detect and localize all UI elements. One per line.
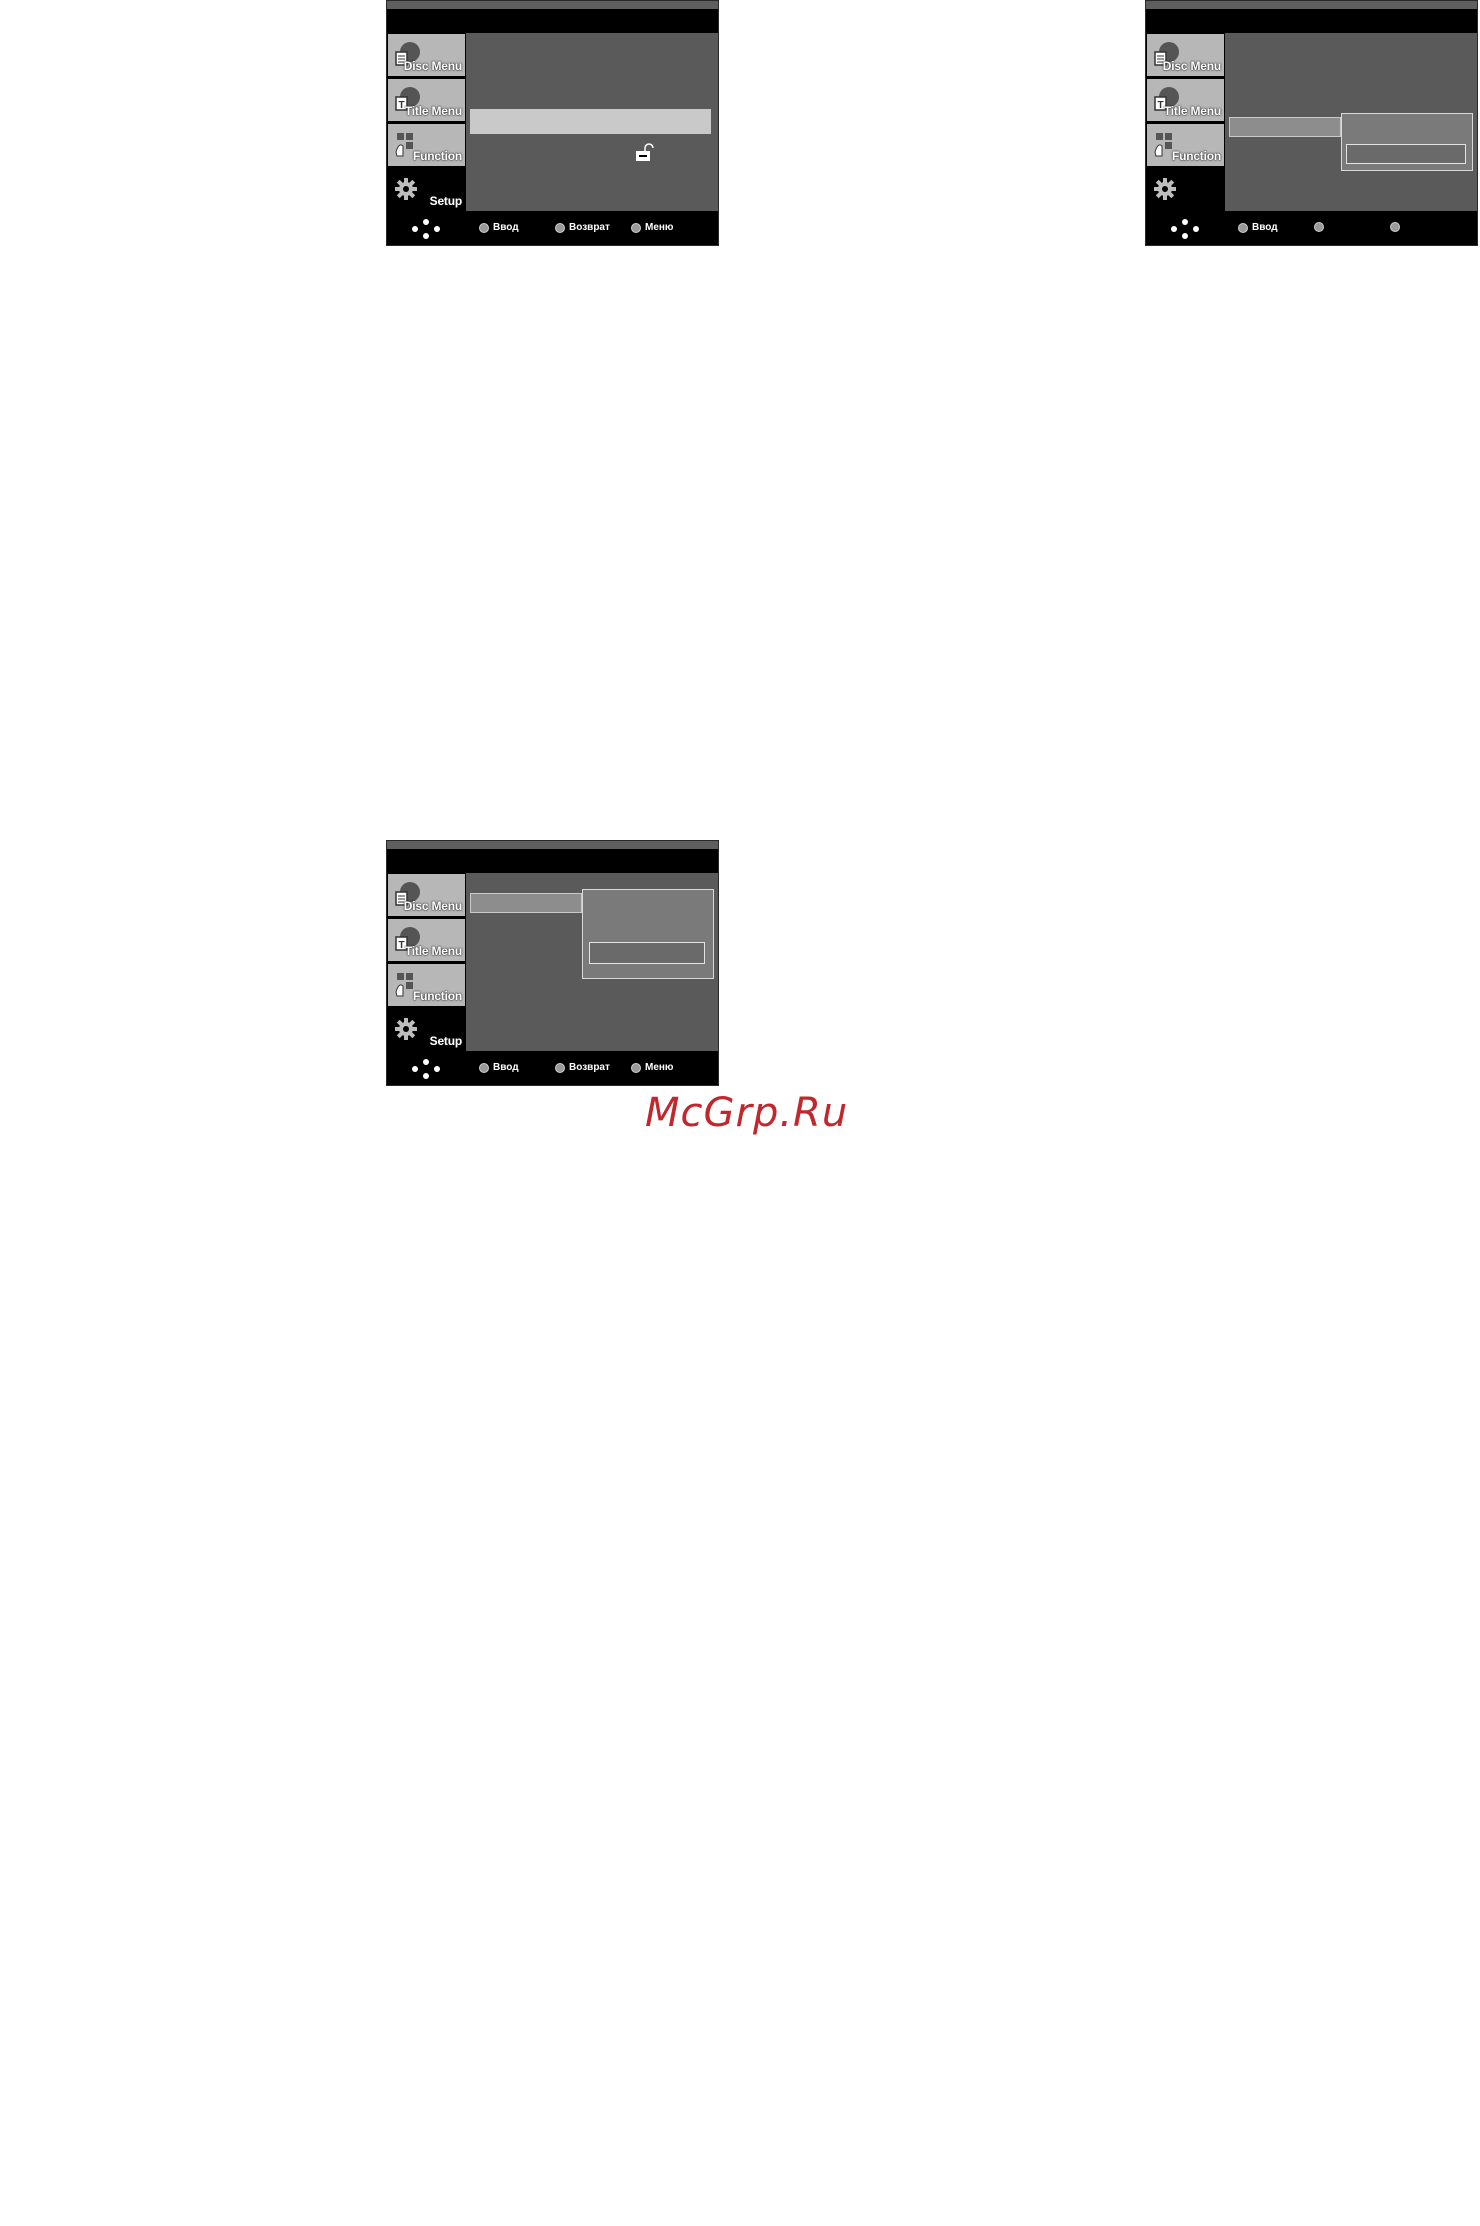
- return-button-icon: [1314, 222, 1324, 232]
- sidebar-item-label: Title Menu: [404, 104, 462, 118]
- selected-option-bar[interactable]: [1229, 117, 1341, 137]
- selected-option-bar[interactable]: [470, 109, 711, 134]
- sidebar: Disc Menu T Title Menu Function: [1146, 33, 1225, 213]
- return-label: Возврат: [569, 1062, 610, 1073]
- gear-icon: [395, 1018, 417, 1040]
- menu-button-icon: [631, 1062, 641, 1073]
- sidebar-item-label: Setup: [429, 1034, 463, 1048]
- enter-button-icon: [479, 1062, 489, 1073]
- sidebar-item-disc-menu[interactable]: Disc Menu: [388, 874, 465, 916]
- selected-option-bar[interactable]: [470, 893, 582, 913]
- sidebar-item-title-menu[interactable]: T Title Menu: [1147, 79, 1224, 121]
- sidebar-item-label: Disc Menu: [403, 59, 462, 73]
- svg-text:T: T: [399, 940, 405, 951]
- top-strip: [387, 841, 718, 849]
- popup-input-field[interactable]: [589, 942, 705, 964]
- sidebar-item-disc-menu[interactable]: Disc Menu: [388, 34, 465, 76]
- content-area: [1225, 33, 1477, 213]
- sidebar-item-function[interactable]: Function: [388, 964, 465, 1006]
- sidebar-item-label: Disc Menu: [403, 899, 462, 913]
- sidebar-item-label: Title Menu: [1163, 104, 1221, 118]
- menu-label: Меню: [645, 1062, 674, 1073]
- sidebar-item-title-menu[interactable]: T Title Menu: [388, 919, 465, 961]
- setup-screen-2: Disc Menu T Title Menu Function Ввод: [1145, 0, 1478, 246]
- return-label: Возврат: [569, 222, 610, 233]
- top-strip: [387, 1, 718, 9]
- enter-hint: Ввод: [1238, 222, 1278, 233]
- top-strip: [1146, 1, 1477, 9]
- enter-hint: Ввод: [479, 1062, 519, 1073]
- sidebar-item-function[interactable]: Function: [388, 124, 465, 166]
- svg-text:T: T: [399, 100, 405, 111]
- enter-label: Ввод: [493, 222, 519, 233]
- return-hint: Возврат: [555, 1062, 610, 1073]
- sidebar-item-label: Title Menu: [404, 944, 462, 958]
- return-hint: Возврат: [555, 222, 610, 233]
- content-area: [466, 873, 718, 1053]
- footer-bar: Ввод: [1146, 211, 1477, 245]
- sidebar-item-disc-menu[interactable]: Disc Menu: [1147, 34, 1224, 76]
- sidebar-item-label: Function: [412, 149, 462, 163]
- watermark: McGrp.Ru: [645, 1090, 849, 1136]
- return-button-icon: [555, 1062, 565, 1073]
- setup-screen-1: Disc Menu T Title Menu Function Setup Вв…: [386, 0, 719, 246]
- setup-screen-3: Disc Menu T Title Menu Function Setup Вв…: [386, 840, 719, 1086]
- navigation-arrows-icon: [1171, 219, 1199, 239]
- gear-icon: [395, 178, 417, 200]
- sidebar-item-label: Disc Menu: [1162, 59, 1221, 73]
- menu-label: Меню: [645, 222, 674, 233]
- unlock-icon: [636, 143, 654, 161]
- sidebar-item-setup[interactable]: Setup: [388, 169, 465, 211]
- sidebar-item-title-menu[interactable]: T Title Menu: [388, 79, 465, 121]
- menu-button-icon: [631, 222, 641, 233]
- sidebar: Disc Menu T Title Menu Function Setup: [387, 33, 466, 213]
- sidebar-item-label: Function: [1171, 149, 1221, 163]
- return-hint: [1314, 222, 1328, 232]
- navigation-arrows-icon: [412, 1059, 440, 1079]
- footer-bar: Ввод Возврат Меню: [387, 1051, 718, 1085]
- enter-label: Ввод: [493, 1062, 519, 1073]
- option-popup: [1341, 113, 1473, 171]
- sidebar-item-label: Function: [412, 989, 462, 1003]
- menu-hint: [1390, 222, 1404, 232]
- gear-icon: [1154, 178, 1176, 200]
- enter-label: Ввод: [1252, 222, 1278, 233]
- navigation-arrows-icon: [412, 219, 440, 239]
- title-bar: [387, 849, 718, 873]
- sidebar-item-setup[interactable]: [1147, 169, 1224, 211]
- menu-button-icon: [1390, 222, 1400, 232]
- sidebar-item-setup[interactable]: Setup: [388, 1009, 465, 1051]
- title-bar: [1146, 9, 1477, 33]
- sidebar: Disc Menu T Title Menu Function Setup: [387, 873, 466, 1053]
- option-popup: [582, 889, 714, 979]
- popup-input-field[interactable]: [1346, 144, 1466, 164]
- svg-text:T: T: [1158, 100, 1164, 111]
- return-button-icon: [555, 222, 565, 233]
- footer-bar: Ввод Возврат Меню: [387, 211, 718, 245]
- enter-button-icon: [1238, 222, 1248, 233]
- menu-hint: Меню: [631, 222, 673, 233]
- enter-button-icon: [479, 222, 489, 233]
- content-area: [466, 33, 718, 213]
- enter-hint: Ввод: [479, 222, 519, 233]
- sidebar-item-label: Setup: [429, 194, 463, 208]
- menu-hint: Меню: [631, 1062, 673, 1073]
- sidebar-item-function[interactable]: Function: [1147, 124, 1224, 166]
- title-bar: [387, 9, 718, 33]
